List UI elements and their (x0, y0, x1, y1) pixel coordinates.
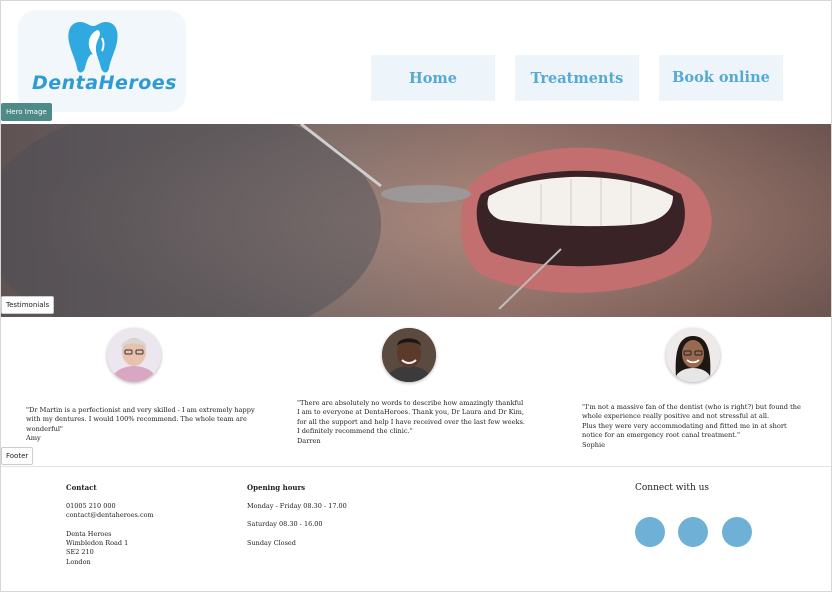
quote-line: "There are absolutely no words to descri… (297, 399, 524, 407)
avatar (107, 328, 161, 382)
logo-text: DentaHeroes (32, 72, 177, 94)
hours-saturday: Saturday 08.30 - 16.00 (247, 520, 323, 528)
hero-image (1, 124, 831, 317)
nav-treatments-button[interactable]: Treatments (515, 55, 639, 101)
quote-line: wonderful" (26, 424, 63, 433)
address-line: London (66, 557, 91, 566)
address-line: Denta Heroes (66, 530, 112, 538)
quote-line: for all the support and help I have rece… (297, 417, 526, 426)
contact-heading: Contact (66, 483, 97, 492)
testimonial-author: Darren (297, 436, 321, 445)
quote-line: notice for an emergency root canal treat… (582, 431, 740, 440)
footer-section-tag: Footer (1, 447, 34, 465)
avatar (382, 328, 436, 382)
quote-line: Plus they were very accommodating and fi… (582, 421, 787, 430)
connect-heading: Connect with us (635, 483, 710, 493)
testimonial-author: Sophie (582, 440, 605, 449)
contact-phone[interactable]: 01005 210 000 (66, 502, 116, 511)
testimonials-section-tag: Testimonials (1, 296, 55, 314)
testimonial-quote: "There are absolutely no words to descri… (297, 399, 529, 446)
hero-smile-illustration (1, 124, 831, 317)
hero-section-tag: Hero Image (1, 103, 52, 121)
tooth-icon (68, 22, 118, 73)
hours-weekday: Monday - Friday 08.30 - 17.00 (247, 502, 347, 510)
social-icon[interactable] (678, 517, 708, 547)
quote-line: I definitely recommend the clinic." (297, 427, 413, 436)
testimonial-quote: "I'm not a massive fan of the dentist (w… (582, 403, 807, 450)
quote-line: I am to everyone at DentaHeroes. Thank y… (297, 408, 524, 417)
contact-address: Denta Heroes Wimbledon Road 1 SE2 210 Lo… (66, 530, 128, 567)
quote-line: with my dentures. I would 100% recommend… (26, 415, 247, 424)
hours-sunday: Sunday Closed (247, 539, 296, 547)
nav-home-button[interactable]: Home (371, 55, 495, 101)
quote-line: "Dr Martin is a perfectionist and very s… (26, 406, 255, 414)
testimonial-quote: "Dr Martin is a perfectionist and very s… (26, 406, 261, 444)
opening-hours-heading: Opening hours (247, 483, 306, 492)
contact-email[interactable]: contact@dentaheroes.com (66, 511, 154, 520)
avatar (666, 328, 720, 382)
quote-line: "I'm not a massive fan of the dentist (w… (582, 403, 801, 411)
footer-divider (1, 466, 831, 467)
address-line: SE2 210 (66, 548, 94, 557)
testimonial-author: Amy (26, 434, 41, 443)
social-icon[interactable] (635, 517, 665, 547)
social-icon[interactable] (722, 517, 752, 547)
address-line: Wimbledon Road 1 (66, 539, 129, 548)
quote-line: whole experience really positive and not… (582, 412, 770, 421)
logo[interactable]: DentaHeroes (18, 10, 186, 112)
nav-book-online-button[interactable]: Book online (659, 55, 783, 101)
